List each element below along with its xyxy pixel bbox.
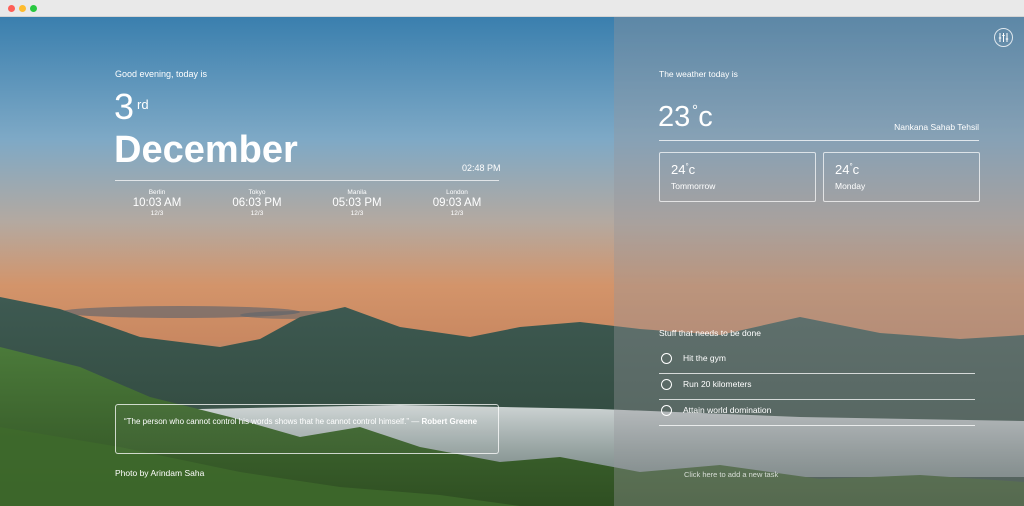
forecast-day: Tommorrow xyxy=(671,181,716,191)
divider xyxy=(659,140,979,141)
right-panel-overlay xyxy=(614,17,1024,506)
clock-date: 12/3 xyxy=(150,210,164,217)
local-time: 02:48 PM xyxy=(462,163,501,173)
clock-time: 06:03 PM xyxy=(232,197,282,209)
dashboard: Good evening, today is 3 rd December 02:… xyxy=(0,17,1024,506)
todo-item[interactable]: Run 20 kilometers xyxy=(659,374,975,400)
degree-symbol: ° xyxy=(849,162,853,171)
weather-heading: The weather today is xyxy=(659,69,738,79)
window-titlebar xyxy=(0,0,1024,17)
world-clock-manila: Manila 05:03 PM 12/3 xyxy=(317,189,397,217)
minimize-window-button[interactable] xyxy=(19,5,26,12)
date-day: 3 xyxy=(114,86,135,127)
sliders-icon xyxy=(998,33,1009,42)
clock-city: London xyxy=(446,189,468,196)
circle-icon[interactable] xyxy=(661,405,672,416)
clock-city: Tokyo xyxy=(248,189,266,196)
close-window-button[interactable] xyxy=(8,5,15,12)
todo-label: Attain world domination xyxy=(683,405,772,415)
clock-date: 12/3 xyxy=(350,210,364,217)
degree-symbol: ° xyxy=(685,162,689,171)
todo-label: Hit the gym xyxy=(683,353,726,363)
forecast-temperature: 24°c xyxy=(671,162,804,177)
todo-item[interactable]: Hit the gym xyxy=(659,348,975,374)
browser-window: Good evening, today is 3 rd December 02:… xyxy=(0,0,1024,506)
forecast-card-monday: 24°c Monday xyxy=(823,152,980,202)
todo-item[interactable]: Attain world domination xyxy=(659,400,975,426)
world-clock-tokyo: Tokyo 06:03 PM 12/3 xyxy=(217,189,297,217)
quote-text: “The person who cannot control his words… xyxy=(124,417,420,426)
settings-button[interactable] xyxy=(994,28,1013,47)
greeting: Good evening, today is xyxy=(115,69,208,79)
current-temperature: 23 ° c xyxy=(658,100,713,134)
clock-city: Berlin xyxy=(148,189,166,196)
divider xyxy=(115,180,499,181)
maximize-window-button[interactable] xyxy=(30,5,37,12)
forecast-temperature: 24°c xyxy=(835,162,968,177)
forecast-card-tomorrow: 24°c Tommorrow xyxy=(659,152,816,202)
temperature-value: 23 xyxy=(658,101,691,133)
clock-date: 12/3 xyxy=(250,210,264,217)
world-clock-berlin: Berlin 10:03 AM 12/3 xyxy=(117,189,197,217)
quote-author: Robert Greene xyxy=(421,417,478,426)
degree-symbol: ° xyxy=(692,102,698,119)
date-suffix: rd xyxy=(137,97,149,112)
forecast-unit: c xyxy=(852,162,860,177)
todo-label: Run 20 kilometers xyxy=(683,379,752,389)
clock-time: 10:03 AM xyxy=(132,197,182,209)
forecast-day: Monday xyxy=(835,181,866,191)
circle-icon[interactable] xyxy=(661,379,672,390)
forecast-temp-value: 24 xyxy=(671,162,686,177)
forecast-unit: c xyxy=(688,162,696,177)
todo-heading: Stuff that needs to be done xyxy=(659,328,761,338)
circle-icon[interactable] xyxy=(661,353,672,364)
clock-time: 05:03 PM xyxy=(332,197,382,209)
clock-city: Manila xyxy=(347,189,367,196)
clock-date: 12/3 xyxy=(450,210,464,217)
temperature-unit: c xyxy=(698,101,713,133)
forecast-temp-value: 24 xyxy=(835,162,850,177)
weather-location: Nankana Sahab Tehsil xyxy=(894,122,979,132)
date-month: December xyxy=(114,129,298,171)
quote-card: “The person who cannot control his words… xyxy=(115,404,499,454)
clock-time: 09:03 AM xyxy=(432,197,482,209)
photo-credit[interactable]: Photo by Arindam Saha xyxy=(115,468,204,478)
world-clock-london: London 09:03 AM 12/3 xyxy=(417,189,497,217)
add-task-link[interactable]: Click here to add a new task xyxy=(684,470,778,479)
